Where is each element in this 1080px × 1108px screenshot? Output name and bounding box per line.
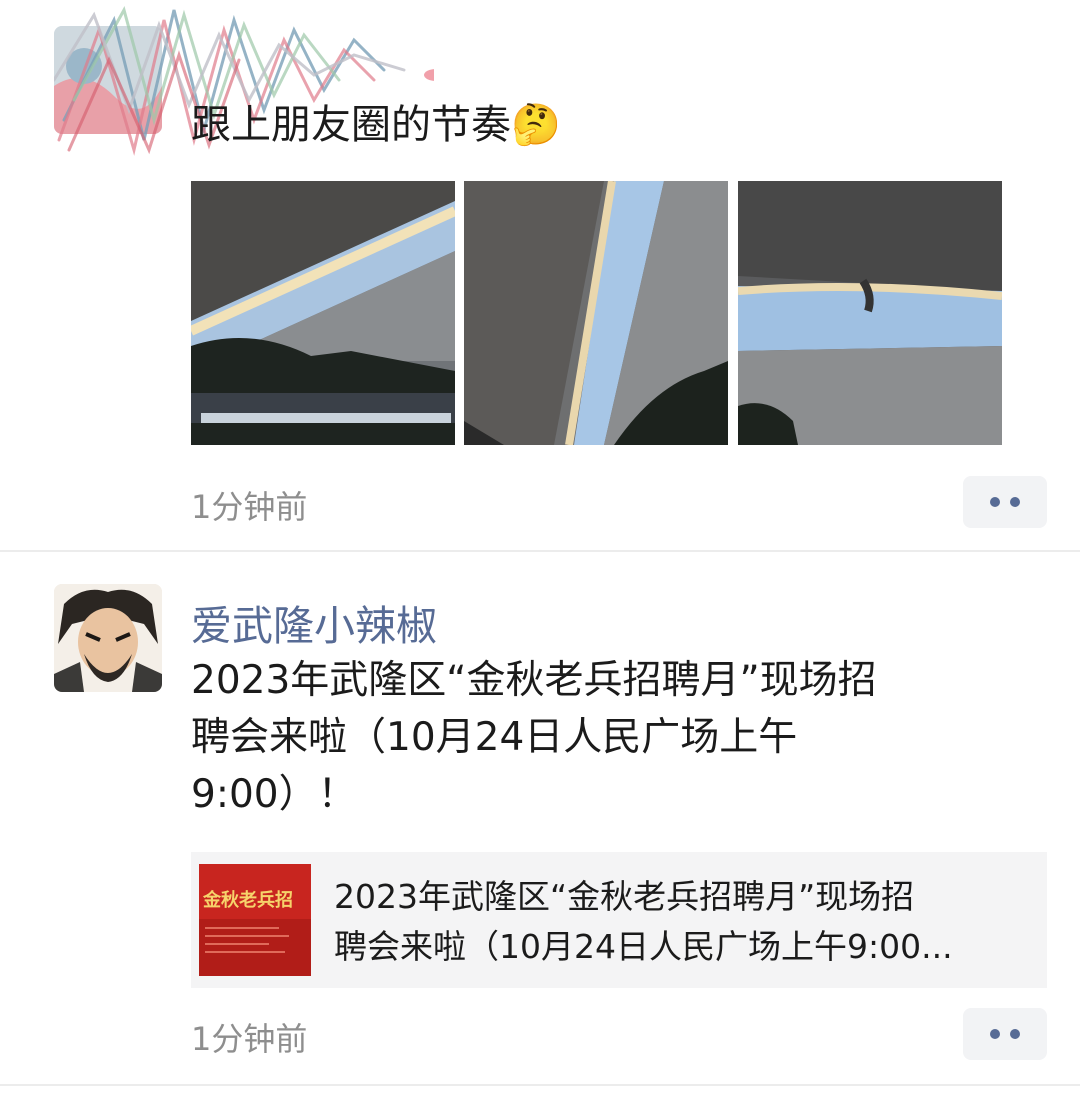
moment-post-2: 爱武隆小辣椒 2023年武隆区“金秋老兵招聘月”现场招 聘会来啦（10月24日人… (0, 552, 1080, 1092)
link-thumbnail-text: 金秋老兵招 (202, 889, 293, 911)
nickname[interactable]: 爱武隆小辣椒 (191, 592, 437, 652)
photo-2[interactable] (464, 181, 728, 445)
post-time: 1分钟前 (191, 1020, 308, 1058)
moment-post-1: 跟上朋友圈的节奏🤔 1分钟前 (0, 0, 1080, 550)
moment-text: 跟上朋友圈的节奏🤔 (191, 96, 561, 154)
avatar[interactable] (54, 584, 162, 692)
link-title-line: 2023年武隆区“金秋老兵招聘月”现场招 (334, 877, 915, 916)
post-time: 1分钟前 (191, 488, 308, 526)
moment-text-line: 2023年武隆区“金秋老兵招聘月”现场招 (191, 658, 877, 703)
shared-link-card[interactable]: 金秋老兵招 2023年武隆区“金秋老兵招聘月”现场招 聘会来啦（10月24日人民… (191, 852, 1047, 988)
link-title: 2023年武隆区“金秋老兵招聘月”现场招 聘会来啦（10月24日人民广场上午9:… (334, 872, 1034, 972)
photo-grid (191, 181, 1007, 445)
link-title-line: 聘会来啦（10月24日人民广场上午9:00... (334, 927, 953, 966)
more-dots-icon[interactable] (963, 1008, 1047, 1060)
moment-text-line: 聘会来啦（10月24日人民广场上午 (191, 715, 798, 760)
dot (1010, 497, 1020, 507)
post-divider (0, 1084, 1080, 1086)
dot (990, 1029, 1000, 1039)
dot (1010, 1029, 1020, 1039)
moment-text-content: 跟上朋友圈的节奏 (191, 102, 511, 148)
link-thumbnail: 金秋老兵招 (199, 864, 311, 976)
photo-3[interactable] (738, 181, 1002, 445)
photo-1[interactable] (191, 181, 455, 445)
more-dots-icon[interactable] (963, 476, 1047, 528)
moment-text: 2023年武隆区“金秋老兵招聘月”现场招 聘会来啦（10月24日人民广场上午 9… (191, 652, 1051, 823)
dot (990, 497, 1000, 507)
thinking-face-emoji: 🤔 (511, 102, 561, 148)
moment-text-line: 9:00）！ (191, 772, 357, 817)
avatar[interactable] (54, 26, 162, 134)
